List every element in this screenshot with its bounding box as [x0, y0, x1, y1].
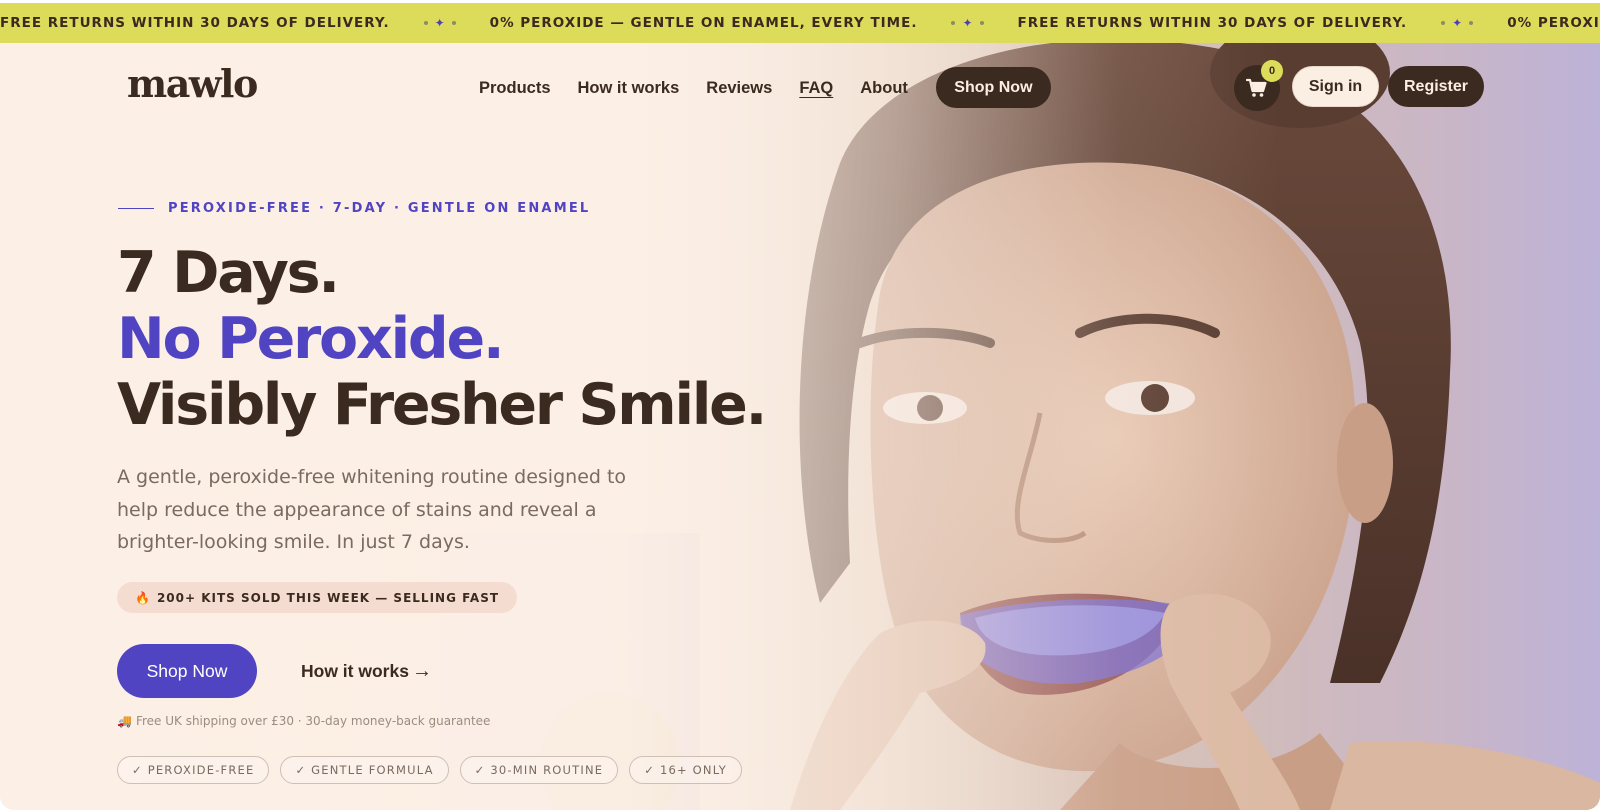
sign-in-button[interactable]: Sign in	[1292, 66, 1379, 107]
announcement-separator: ✦	[1441, 16, 1474, 30]
shipping-note-text: Free UK shipping over £30 · 30-day money…	[135, 714, 491, 728]
nav-link-products[interactable]: Products	[479, 68, 551, 108]
dot-icon	[451, 21, 456, 25]
tag-16-plus-only: ✓ 16+ ONLY	[629, 756, 743, 784]
announcement-bar: FREE RETURNS WITHIN 30 DAYS OF DELIVERY.…	[0, 3, 1600, 43]
announcement-separator: ✦	[951, 16, 984, 30]
shipping-note: 🚚 Free UK shipping over £30 · 30-day mon…	[117, 714, 490, 728]
dot-icon	[1441, 21, 1446, 25]
fire-icon: 🔥	[135, 590, 151, 605]
register-button[interactable]: Register	[1388, 66, 1484, 107]
dot-icon	[951, 21, 956, 25]
feature-tags: ✓ PEROXIDE-FREE ✓ GENTLE FORMULA ✓ 30-MI…	[117, 756, 753, 784]
nav-link-how-it-works[interactable]: How it works	[578, 68, 680, 108]
sparkle-icon: ✦	[434, 16, 445, 30]
eyebrow-text: PEROXIDE-FREE · 7-DAY · GENTLE ON ENAMEL	[168, 201, 591, 216]
nav-link-reviews[interactable]: Reviews	[706, 68, 772, 108]
announcement-message: 0% PEROXIDE — GENTLE ON ENAMEL, EVERY TI…	[489, 15, 918, 31]
dot-icon	[423, 21, 428, 25]
arrow-right-icon: →	[411, 659, 432, 682]
how-it-works-label: How it works	[301, 660, 409, 681]
hero-subcopy: A gentle, peroxide-free whitening routin…	[117, 466, 627, 553]
sparkle-icon: ✦	[962, 16, 973, 30]
eyebrow-rule	[118, 207, 154, 210]
nav-link-about[interactable]: About	[860, 68, 908, 108]
nav-shop-now-button[interactable]: Shop Now	[935, 67, 1051, 108]
hero-shop-now-button[interactable]: Shop Now	[117, 644, 257, 698]
nav-link-faq[interactable]: FAQ	[799, 68, 833, 108]
truck-icon: 🚚	[117, 714, 132, 728]
hero-eyebrow: PEROXIDE-FREE · 7-DAY · GENTLE ON ENAMEL	[118, 201, 590, 216]
announcement-track: FREE RETURNS WITHIN 30 DAYS OF DELIVERY.…	[0, 15, 1600, 31]
headline-line-2: No Peroxide.	[117, 306, 505, 372]
headline-line-3: Visibly Fresher Smile.	[117, 372, 767, 438]
announcement-message: 0% PEROXIDE — GENTLE ON ENA	[1507, 15, 1600, 31]
sold-badge-text: 200+ KITS SOLD THIS WEEK — SELLING FAST	[156, 590, 500, 605]
announcement-separator: ✦	[423, 16, 456, 30]
announcement-message: FREE RETURNS WITHIN 30 DAYS OF DELIVERY.	[0, 15, 390, 31]
hero-headline: 7 Days. No Peroxide. Visibly Fresher Smi…	[117, 240, 767, 438]
sparkle-icon: ✦	[1452, 16, 1463, 30]
brand-logo[interactable]: mawlo	[127, 65, 258, 103]
cart-count-badge: 0	[1261, 60, 1283, 82]
dot-icon	[1469, 21, 1474, 25]
hero-section: mawlo Products How it works Reviews FAQ …	[0, 43, 1600, 810]
headline-line-1: 7 Days.	[117, 240, 340, 306]
tag-30-min-routine: ✓ 30-MIN ROUTINE	[459, 756, 619, 784]
sold-badge: 🔥 200+ KITS SOLD THIS WEEK — SELLING FAS…	[117, 582, 518, 613]
main-nav: Products How it works Reviews FAQ About …	[479, 67, 1051, 108]
hero-how-it-works-link[interactable]: How it works →	[301, 656, 432, 686]
cart-icon	[1246, 78, 1267, 97]
tag-gentle-formula: ✓ GENTLE FORMULA	[280, 756, 449, 784]
announcement-message: FREE RETURNS WITHIN 30 DAYS OF DELIVERY.	[1017, 15, 1408, 31]
tag-peroxide-free: ✓ PEROXIDE-FREE	[117, 756, 270, 784]
dot-icon	[979, 21, 984, 25]
